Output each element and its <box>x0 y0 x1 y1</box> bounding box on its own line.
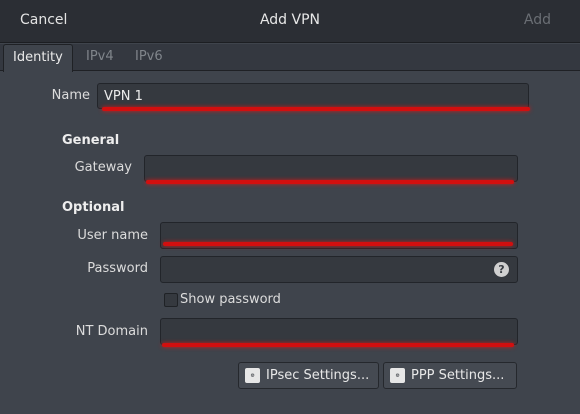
optional-heading: Optional <box>62 200 125 215</box>
username-error-underline <box>163 242 513 246</box>
ppp-settings-button[interactable]: ⚙ PPP Settings... <box>383 362 517 389</box>
tab-bar: Identity IPv4 IPv6 <box>0 44 580 72</box>
username-label: User name <box>77 228 148 243</box>
name-error-underline <box>102 107 530 111</box>
settings-dialog-icon: ⚙ <box>245 368 260 383</box>
tab-ipv6[interactable]: IPv6 <box>135 49 163 64</box>
show-password-label[interactable]: Show password <box>180 292 281 307</box>
ppp-settings-label: PPP Settings... <box>411 368 505 383</box>
password-label: Password <box>87 261 148 276</box>
gateway-field[interactable] <box>144 155 518 182</box>
general-heading: General <box>62 133 120 148</box>
add-button[interactable]: Add <box>524 12 551 28</box>
password-field[interactable] <box>160 256 518 283</box>
settings-dialog-icon: ⚙ <box>390 368 405 383</box>
ipsec-settings-label: IPsec Settings... <box>266 368 370 383</box>
ntdomain-error-underline <box>162 343 514 347</box>
tab-ipv4[interactable]: IPv4 <box>86 49 114 64</box>
name-label: Name <box>51 88 90 103</box>
gateway-error-underline <box>146 180 514 184</box>
gateway-label: Gateway <box>74 160 132 175</box>
show-password-checkbox[interactable] <box>164 293 178 307</box>
header-bar: Cancel Add VPN Add <box>0 0 580 43</box>
tab-identity[interactable]: Identity <box>3 44 73 72</box>
ntdomain-label: NT Domain <box>75 324 148 339</box>
question-circle-icon[interactable]: ? <box>494 262 509 277</box>
ipsec-settings-button[interactable]: ⚙ IPsec Settings... <box>238 362 379 389</box>
name-field[interactable] <box>97 83 529 109</box>
ntdomain-field[interactable] <box>160 318 518 345</box>
dialog-title: Add VPN <box>259 12 321 28</box>
